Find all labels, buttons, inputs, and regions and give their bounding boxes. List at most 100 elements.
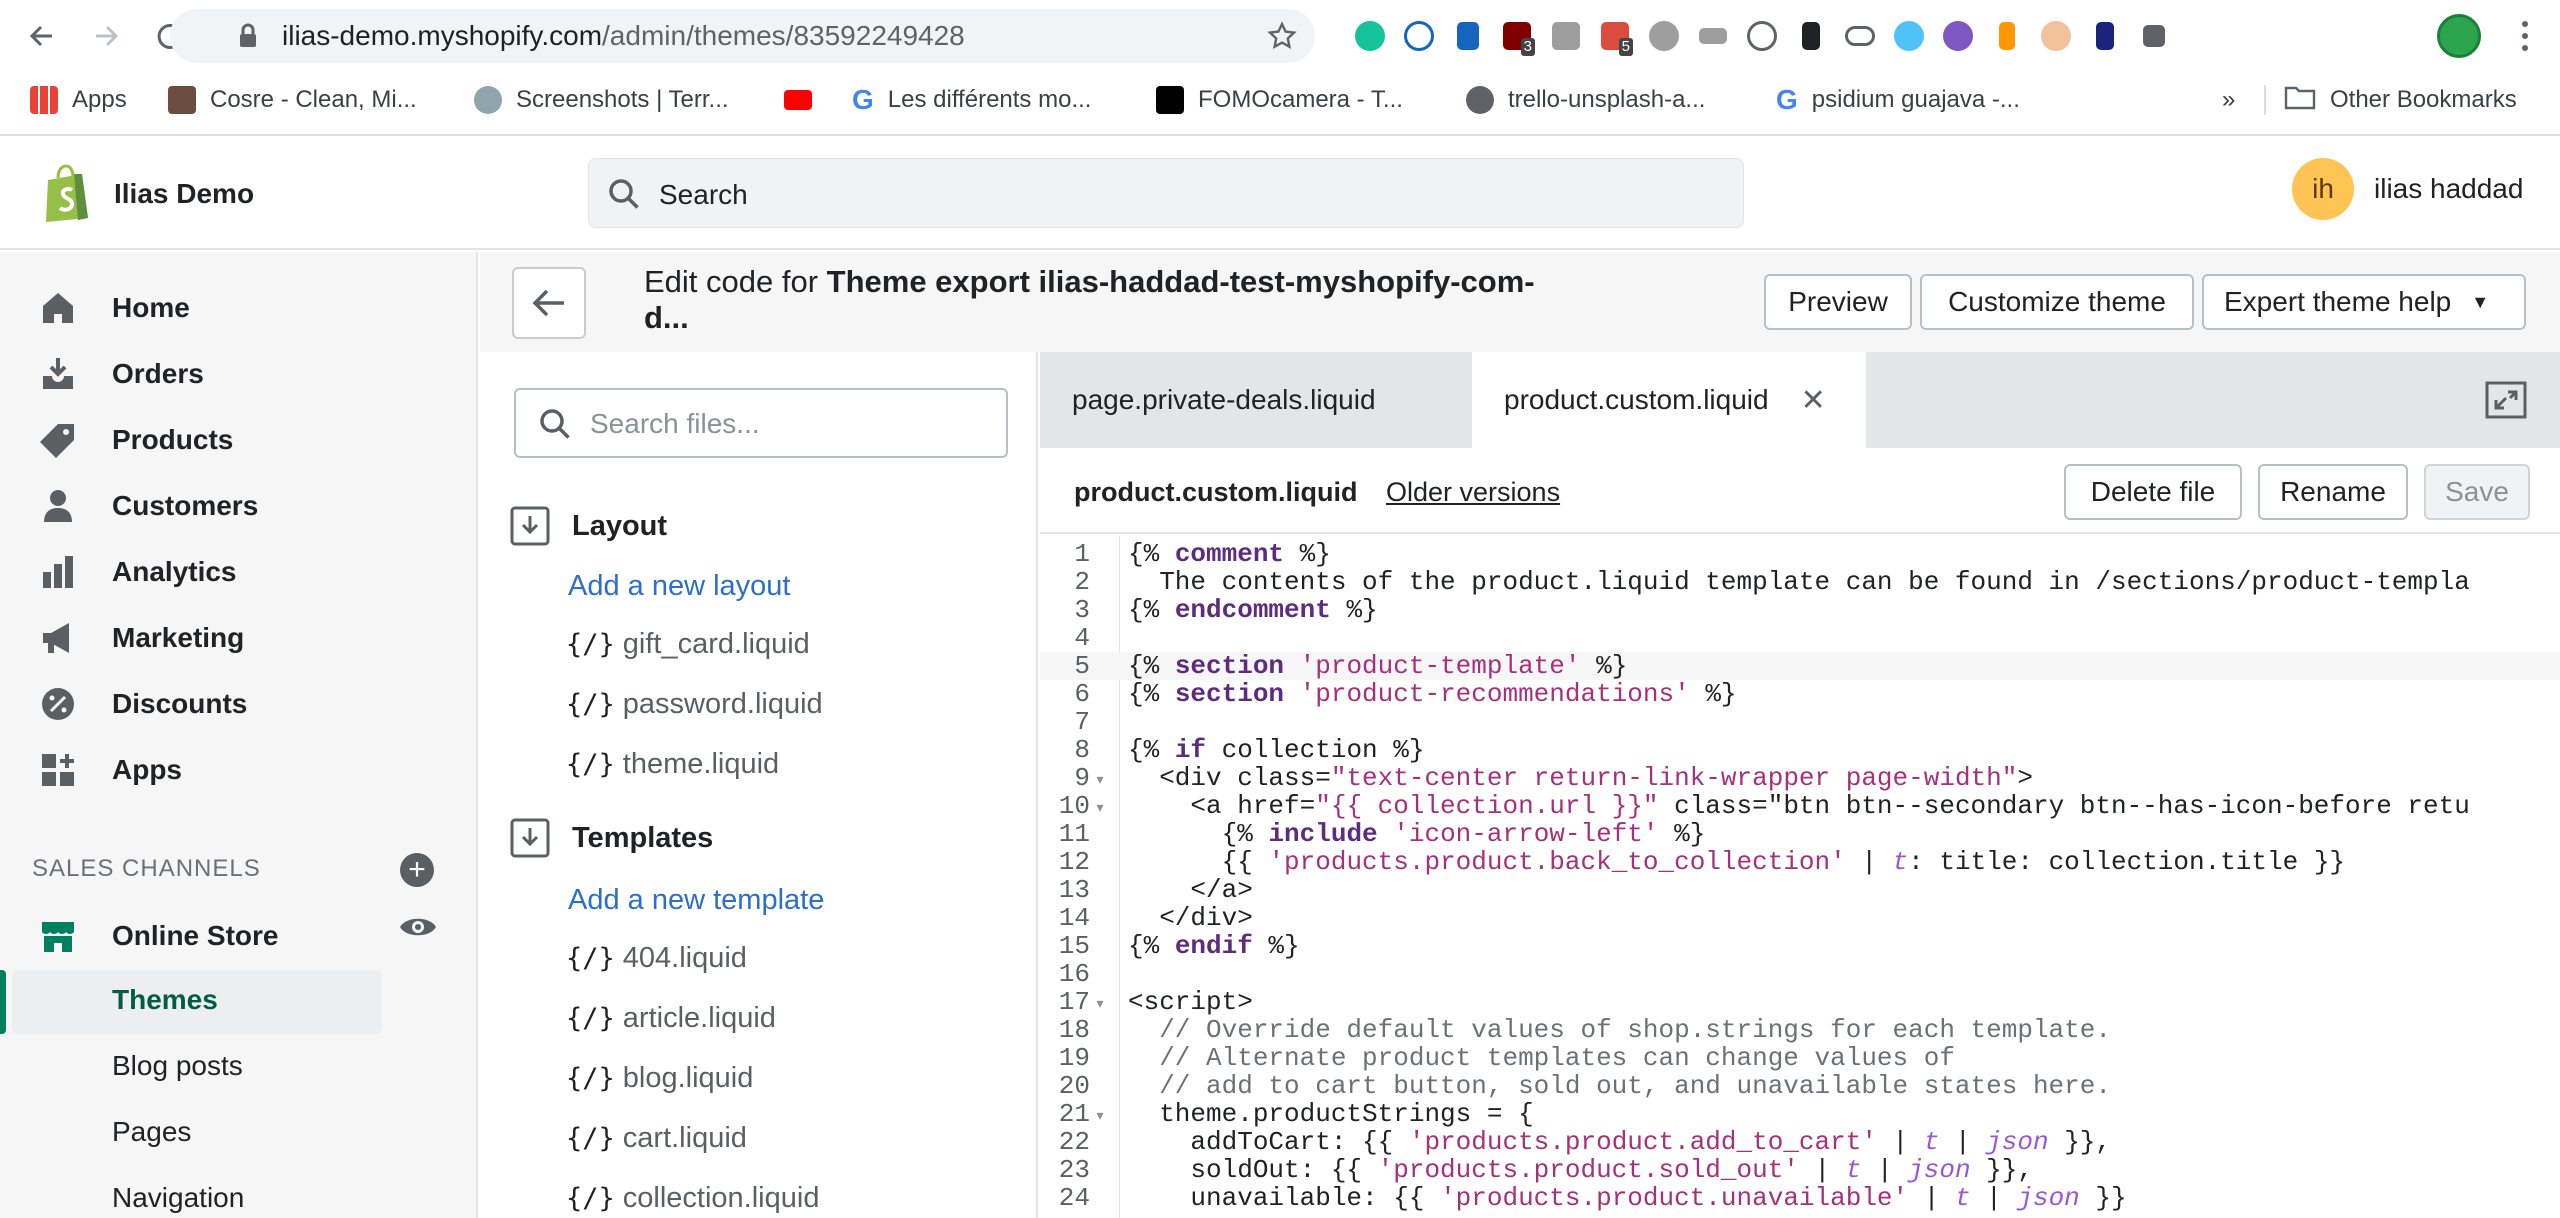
file-search-input[interactable]: Search files...: [514, 388, 1008, 458]
sidebar-item-online-store[interactable]: Online Store: [38, 910, 278, 962]
code-line[interactable]: 4: [1040, 624, 2560, 652]
code-line[interactable]: 3 {% endcomment %}: [1040, 596, 2560, 624]
stats-extension-icon[interactable]: [2080, 14, 2129, 58]
code-line[interactable]: 12 {{ 'products.product.back_to_collecti…: [1040, 848, 2560, 876]
todoist-icon[interactable]: 5: [1590, 14, 1639, 58]
sidebar-item-home[interactable]: Home: [38, 282, 190, 334]
code-line[interactable]: 9 ▾ <div class="text-center return-link-w…: [1040, 764, 2560, 792]
sidebar-subitem-blog-posts[interactable]: Blog posts: [112, 1050, 243, 1082]
file-theme[interactable]: {/} theme.liquid: [566, 748, 779, 781]
sidebar-subitem-pages[interactable]: Pages: [112, 1116, 191, 1148]
react-devtools-icon[interactable]: [1394, 14, 1443, 58]
sidebar-subitem-themes[interactable]: Themes: [112, 984, 218, 1016]
file-gift-card[interactable]: {/} gift_card.liquid: [566, 628, 810, 661]
code-line[interactable]: 10 ▾ <a href="{{ collection.url }}" class…: [1040, 792, 2560, 820]
code-line[interactable]: 17 ▾ <script>: [1040, 988, 2560, 1016]
code-line[interactable]: 24 unavailable: {{ 'products.product.una…: [1040, 1184, 2560, 1212]
code-editor[interactable]: 1 {% comment %} 2 The contents of the prod…: [1040, 536, 2560, 1218]
folder-templates[interactable]: Templates: [510, 818, 713, 858]
save-button[interactable]: Save: [2424, 464, 2530, 520]
forward-arrow-icon[interactable]: [86, 16, 126, 56]
file-cart[interactable]: {/} cart.liquid: [566, 1122, 747, 1155]
folder-layout[interactable]: Layout: [510, 506, 667, 546]
store-brand[interactable]: Ilias Demo: [40, 164, 254, 224]
other-bookmarks[interactable]: Other Bookmarks: [2284, 76, 2517, 124]
eyedropper-icon[interactable]: [1982, 14, 2031, 58]
bookmark-youtube[interactable]: [784, 76, 826, 124]
fold-toggle-icon[interactable]: ▾: [1090, 767, 1110, 795]
tab-page-private-deals[interactable]: page.private-deals.liquid: [1040, 352, 1470, 448]
code-line[interactable]: 15 {% endif %}: [1040, 932, 2560, 960]
list-extension-icon[interactable]: [1688, 14, 1737, 58]
bookmark-apps[interactable]: Apps: [30, 76, 127, 124]
code-line[interactable]: 18 // Override default values of shop.st…: [1040, 1016, 2560, 1044]
grammarly-icon[interactable]: [1345, 14, 1394, 58]
timer-extension-icon[interactable]: [1639, 14, 1688, 58]
code-line[interactable]: 7: [1040, 708, 2560, 736]
code-line[interactable]: 5 {% section 'product-template' %}: [1040, 652, 2560, 680]
code-line[interactable]: 2 The contents of the product.liquid tem…: [1040, 568, 2560, 596]
expand-editor-icon[interactable]: [2484, 380, 2528, 425]
code-line[interactable]: 21 ▾ theme.productStrings = {: [1040, 1100, 2560, 1128]
code-line[interactable]: 6 {% section 'product-recommendations' %}: [1040, 680, 2560, 708]
bookmark-screenshots[interactable]: Screenshots | Terr...: [474, 76, 729, 124]
file-password[interactable]: {/} password.liquid: [566, 688, 823, 721]
delete-file-button[interactable]: Delete file: [2064, 464, 2242, 520]
file-blog[interactable]: {/} blog.liquid: [566, 1062, 753, 1095]
file-404[interactable]: {/} 404.liquid: [566, 942, 747, 975]
bookmark-cosre[interactable]: Cosre - Clean, Mi...: [168, 76, 417, 124]
sidebar-subitem-navigation[interactable]: Navigation: [112, 1182, 244, 1214]
back-button[interactable]: [512, 267, 586, 339]
close-tab-icon[interactable]: ✕: [1801, 383, 1826, 418]
code-line[interactable]: 14 </div>: [1040, 904, 2560, 932]
search-extension-icon[interactable]: [1884, 14, 1933, 58]
bookmarks-overflow[interactable]: »: [2222, 76, 2235, 124]
code-line[interactable]: 11 {% include 'icon-arrow-left' %}: [1040, 820, 2560, 848]
code-line[interactable]: 20 // add to cart button, sold out, and …: [1040, 1072, 2560, 1100]
sidebar-item-analytics[interactable]: Analytics: [38, 546, 237, 598]
code-line[interactable]: 22 addToCart: {{ 'products.product.add_t…: [1040, 1128, 2560, 1156]
meta-extension-icon[interactable]: [1786, 14, 1835, 58]
cloud-icon[interactable]: [1835, 14, 1884, 58]
sidebar-item-apps[interactable]: Apps: [38, 744, 182, 796]
code-line[interactable]: 16: [1040, 960, 2560, 988]
extension-y-icon[interactable]: [1443, 14, 1492, 58]
tab-product-custom[interactable]: product.custom.liquid ✕: [1472, 352, 1866, 448]
avatar-extension-icon[interactable]: [2031, 14, 2080, 58]
bookmark-google-2[interactable]: G psidium guajava -...: [1776, 76, 2020, 124]
sidebar-item-orders[interactable]: Orders: [38, 348, 204, 400]
preview-button[interactable]: Preview: [1764, 274, 1912, 330]
bookmark-star-icon[interactable]: [1267, 9, 1297, 63]
code-line[interactable]: 13 </a>: [1040, 876, 2560, 904]
bookmark-google-1[interactable]: G Les différents mo...: [852, 76, 1091, 124]
sidebar-item-marketing[interactable]: Marketing: [38, 612, 244, 664]
address-bar[interactable]: ilias-demo.myshopify.com/admin/themes/83…: [170, 9, 1315, 63]
bookmark-trello-unsplash[interactable]: trello-unsplash-a...: [1466, 76, 1705, 124]
customize-theme-button[interactable]: Customize theme: [1920, 274, 2194, 330]
eclipse-extension-icon[interactable]: [1933, 14, 1982, 58]
code-line[interactable]: 8 {% if collection %}: [1040, 736, 2560, 764]
back-arrow-icon[interactable]: [22, 16, 62, 56]
add-layout-link[interactable]: Add a new layout: [568, 570, 790, 603]
sidebar-item-customers[interactable]: Customers: [38, 480, 258, 532]
add-sales-channel-button[interactable]: +: [400, 853, 434, 887]
sidebar-item-products[interactable]: Products: [38, 414, 233, 466]
code-line[interactable]: 23 soldOut: {{ 'products.product.sold_ou…: [1040, 1156, 2560, 1184]
file-collection[interactable]: {/} collection.liquid: [566, 1182, 819, 1215]
user-menu[interactable]: ih ilias haddad: [2292, 158, 2523, 220]
older-versions-link[interactable]: Older versions: [1386, 448, 1560, 536]
admin-search-input[interactable]: Search: [588, 158, 1744, 228]
fold-toggle-icon[interactable]: ▾: [1090, 795, 1110, 823]
puzzle-icon[interactable]: [2129, 14, 2178, 58]
sidebar-item-discounts[interactable]: Discounts: [38, 678, 247, 730]
profile-avatar[interactable]: [2437, 14, 2481, 58]
browser-menu-icon[interactable]: [2510, 18, 2540, 54]
rename-button[interactable]: Rename: [2258, 464, 2408, 520]
fold-toggle-icon[interactable]: ▾: [1090, 991, 1110, 1019]
bookmark-fomocamera[interactable]: FOMOcamera - T...: [1156, 76, 1403, 124]
shopify-extension-icon[interactable]: [1541, 14, 1590, 58]
expert-theme-help-button[interactable]: Expert theme help ▼: [2202, 274, 2526, 330]
history-icon[interactable]: [1737, 14, 1786, 58]
code-line[interactable]: 19 // Alternate product templates can ch…: [1040, 1044, 2560, 1072]
view-store-eye-icon[interactable]: [398, 912, 438, 947]
